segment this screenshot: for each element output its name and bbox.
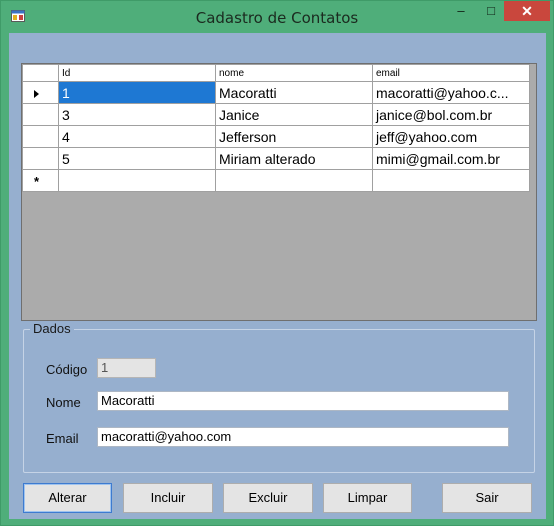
dados-groupbox: Dados Código 1 Nome Macoratti Email maco… (23, 321, 535, 473)
maximize-button[interactable]: □ (476, 1, 506, 21)
new-cell-email[interactable] (372, 169, 530, 192)
nome-label: Nome (46, 395, 81, 410)
header-row: Id nome email (22, 64, 530, 82)
email-label: Email (46, 431, 79, 446)
alterar-button[interactable]: Alterar (23, 483, 112, 513)
cell-id[interactable]: 4 (58, 125, 216, 148)
row-header[interactable] (22, 147, 59, 170)
limpar-button[interactable]: Limpar (323, 483, 412, 513)
new-row-asterisk-icon: * (33, 173, 40, 189)
incluir-button[interactable]: Incluir (123, 483, 213, 513)
cell-nome[interactable]: Miriam alterado (215, 147, 373, 170)
dados-group-title: Dados (30, 321, 74, 336)
cell-email[interactable]: janice@bol.com.br (372, 103, 530, 126)
title-bar[interactable]: Cadastro de Contatos – □ ✕ (1, 1, 553, 33)
main-window: Cadastro de Contatos – □ ✕ Id nome email… (0, 0, 554, 526)
column-header-email[interactable]: email (372, 64, 530, 82)
cell-email[interactable]: jeff@yahoo.com (372, 125, 530, 148)
current-row-arrow-icon (34, 89, 39, 98)
email-field[interactable]: macoratti@yahoo.com (97, 427, 509, 447)
cell-email[interactable]: macoratti@yahoo.c... (372, 81, 530, 104)
cell-nome[interactable]: Jefferson (215, 125, 373, 148)
new-row[interactable]: * (22, 169, 530, 192)
sair-button[interactable]: Sair (442, 483, 532, 513)
cell-id[interactable]: 3 (58, 103, 216, 126)
cell-email[interactable]: mimi@gmail.com.br (372, 147, 530, 170)
table-row[interactable]: 1 Macoratti macoratti@yahoo.c... (22, 81, 530, 104)
row-header[interactable] (22, 103, 59, 126)
table-row[interactable]: 3 Janice janice@bol.com.br (22, 103, 530, 126)
codigo-field: 1 (97, 358, 156, 378)
cell-nome[interactable]: Janice (215, 103, 373, 126)
row-header[interactable] (22, 125, 59, 148)
new-cell-id[interactable] (58, 169, 216, 192)
close-button[interactable]: ✕ (504, 1, 550, 21)
new-cell-nome[interactable] (215, 169, 373, 192)
excluir-button[interactable]: Excluir (223, 483, 313, 513)
column-header-nome[interactable]: nome (215, 64, 373, 82)
table-row[interactable]: 4 Jefferson jeff@yahoo.com (22, 125, 530, 148)
cell-nome[interactable]: Macoratti (215, 81, 373, 104)
codigo-label: Código (46, 362, 88, 377)
form-client-area: Id nome email 1 Macoratti macoratti@yaho… (9, 33, 546, 519)
row-header[interactable] (22, 81, 59, 104)
corner-header[interactable] (22, 64, 59, 82)
new-row-header[interactable]: * (22, 169, 59, 192)
cell-id[interactable]: 5 (58, 147, 216, 170)
column-header-id[interactable]: Id (58, 64, 216, 82)
contacts-table: Id nome email 1 Macoratti macoratti@yaho… (22, 64, 530, 192)
table-row[interactable]: 5 Miriam alterado mimi@gmail.com.br (22, 147, 530, 170)
minimize-button[interactable]: – (446, 1, 476, 21)
cell-id[interactable]: 1 (58, 81, 216, 104)
nome-field[interactable]: Macoratti (97, 391, 509, 411)
contacts-grid[interactable]: Id nome email 1 Macoratti macoratti@yaho… (21, 63, 537, 321)
